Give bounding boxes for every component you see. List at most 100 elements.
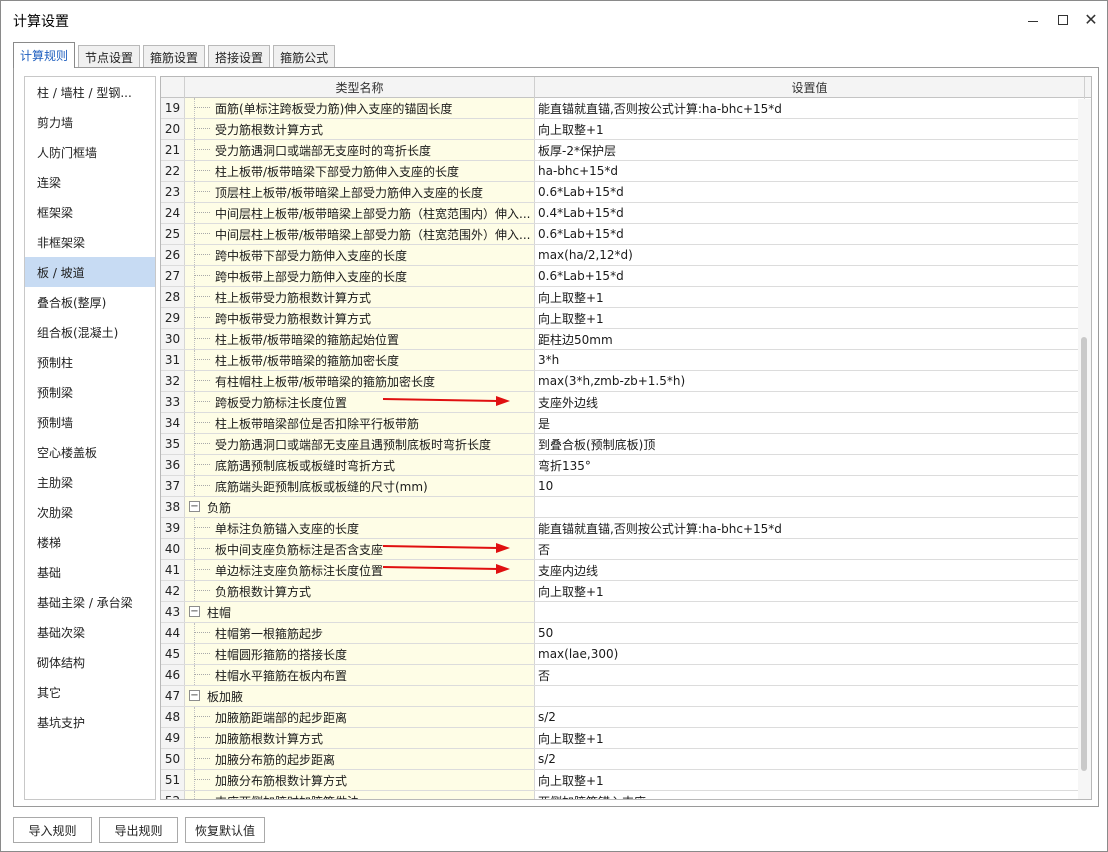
table-row[interactable]: 26 跨中板带下部受力筋伸入支座的长度 max(ha/2,12*d): [161, 245, 1091, 266]
table-row[interactable]: 31 柱上板带/板带暗梁的箍筋加密长度 3*h: [161, 350, 1091, 371]
row-name[interactable]: 受力筋根数计算方式: [185, 119, 535, 139]
row-value[interactable]: 是: [535, 413, 1085, 433]
row-value[interactable]: 两侧加腋筋锚入支座: [535, 791, 1085, 799]
collapse-icon[interactable]: −: [189, 606, 200, 617]
row-name[interactable]: − 板加腋: [185, 686, 535, 706]
table-row[interactable]: 41 单边标注支座负筋标注长度位置 支座内边线: [161, 560, 1091, 581]
sidebar-item[interactable]: 框架梁: [25, 197, 155, 227]
row-value[interactable]: [535, 497, 1085, 517]
row-name[interactable]: 柱帽第一根箍筋起步: [185, 623, 535, 643]
table-row[interactable]: 20 受力筋根数计算方式 向上取整+1: [161, 119, 1091, 140]
sidebar-item[interactable]: 楼梯: [25, 527, 155, 557]
row-value[interactable]: 3*h: [535, 350, 1085, 370]
header-value[interactable]: 设置值: [535, 77, 1085, 98]
row-value[interactable]: 支座内边线: [535, 560, 1085, 580]
sidebar-item[interactable]: 非框架梁: [25, 227, 155, 257]
table-row[interactable]: 23 顶层柱上板带/板带暗梁上部受力筋伸入支座的长度 0.6*Lab+15*d: [161, 182, 1091, 203]
row-value[interactable]: 0.6*Lab+15*d: [535, 182, 1085, 202]
row-name[interactable]: 中间层柱上板带/板带暗梁上部受力筋（柱宽范围外）伸入...: [185, 224, 535, 244]
row-value[interactable]: 弯折135°: [535, 455, 1085, 475]
close-button[interactable]: ✕: [1081, 10, 1101, 30]
sidebar-item[interactable]: 基础: [25, 557, 155, 587]
row-value[interactable]: 0.4*Lab+15*d: [535, 203, 1085, 223]
table-row[interactable]: 34 柱上板带暗梁部位是否扣除平行板带筋 是: [161, 413, 1091, 434]
row-value[interactable]: 距柱边50mm: [535, 329, 1085, 349]
row-value[interactable]: s/2: [535, 707, 1085, 727]
table-row[interactable]: 25 中间层柱上板带/板带暗梁上部受力筋（柱宽范围外）伸入... 0.6*Lab+1…: [161, 224, 1091, 245]
row-name[interactable]: 加腋分布筋的起步距离: [185, 749, 535, 769]
row-value[interactable]: 10: [535, 476, 1085, 496]
sidebar-item[interactable]: 板 / 坡道: [25, 257, 155, 287]
row-name[interactable]: 柱上板带受力筋根数计算方式: [185, 287, 535, 307]
sidebar-item[interactable]: 砌体结构: [25, 647, 155, 677]
row-value[interactable]: max(lae,300): [535, 644, 1085, 664]
row-value[interactable]: 0.6*Lab+15*d: [535, 266, 1085, 286]
sidebar-item[interactable]: 基础次梁: [25, 617, 155, 647]
row-value[interactable]: s/2: [535, 749, 1085, 769]
sidebar-item[interactable]: 连梁: [25, 167, 155, 197]
row-name[interactable]: 柱上板带/板带暗梁的箍筋加密长度: [185, 350, 535, 370]
table-row[interactable]: 36 底筋遇预制底板或板缝时弯折方式 弯折135°: [161, 455, 1091, 476]
scrollbar-thumb[interactable]: [1081, 337, 1087, 771]
table-row[interactable]: 30 柱上板带/板带暗梁的箍筋起始位置 距柱边50mm: [161, 329, 1091, 350]
row-value[interactable]: 到叠合板(预制底板)顶: [535, 434, 1085, 454]
vertical-scrollbar[interactable]: [1078, 99, 1091, 799]
restore-defaults-button[interactable]: 恢复默认值: [185, 817, 265, 843]
table-row[interactable]: 46 柱帽水平箍筋在板内布置 否: [161, 665, 1091, 686]
table-row[interactable]: 19 面筋(单标注跨板受力筋)伸入支座的锚固长度 能直锚就直锚,否则按公式计算:ha…: [161, 98, 1091, 119]
table-row[interactable]: 38− 负筋: [161, 497, 1091, 518]
row-name[interactable]: 顶层柱上板带/板带暗梁上部受力筋伸入支座的长度: [185, 182, 535, 202]
table-row[interactable]: 29 跨中板带受力筋根数计算方式 向上取整+1: [161, 308, 1091, 329]
row-name[interactable]: 加腋筋距端部的起步距离: [185, 707, 535, 727]
row-value[interactable]: 否: [535, 665, 1085, 685]
row-name[interactable]: 跨中板带受力筋根数计算方式: [185, 308, 535, 328]
row-name[interactable]: 支座两侧加腋时加腋筋做法: [185, 791, 535, 799]
row-name[interactable]: 受力筋遇洞口或端部无支座且遇预制底板时弯折长度: [185, 434, 535, 454]
row-name[interactable]: 底筋遇预制底板或板缝时弯折方式: [185, 455, 535, 475]
row-name[interactable]: 面筋(单标注跨板受力筋)伸入支座的锚固长度: [185, 98, 535, 118]
row-name[interactable]: − 负筋: [185, 497, 535, 517]
row-name[interactable]: − 柱帽: [185, 602, 535, 622]
table-row[interactable]: 52 支座两侧加腋时加腋筋做法 两侧加腋筋锚入支座: [161, 791, 1091, 799]
collapse-icon[interactable]: −: [189, 690, 200, 701]
row-name[interactable]: 跨板受力筋标注长度位置: [185, 392, 535, 412]
table-row[interactable]: 33 跨板受力筋标注长度位置 支座外边线: [161, 392, 1091, 413]
table-row[interactable]: 47− 板加腋: [161, 686, 1091, 707]
row-value[interactable]: max(3*h,zmb-zb+1.5*h): [535, 371, 1085, 391]
row-name[interactable]: 受力筋遇洞口或端部无支座时的弯折长度: [185, 140, 535, 160]
row-name[interactable]: 底筋端头距预制底板或板缝的尺寸(mm): [185, 476, 535, 496]
table-row[interactable]: 42 负筋根数计算方式 向上取整+1: [161, 581, 1091, 602]
row-value[interactable]: 50: [535, 623, 1085, 643]
row-name[interactable]: 负筋根数计算方式: [185, 581, 535, 601]
row-value[interactable]: 向上取整+1: [535, 287, 1085, 307]
sidebar-item[interactable]: 基础主梁 / 承台梁: [25, 587, 155, 617]
table-row[interactable]: 21 受力筋遇洞口或端部无支座时的弯折长度 板厚-2*保护层: [161, 140, 1091, 161]
row-name[interactable]: 加腋筋根数计算方式: [185, 728, 535, 748]
table-row[interactable]: 27 跨中板带上部受力筋伸入支座的长度 0.6*Lab+15*d: [161, 266, 1091, 287]
sidebar-item[interactable]: 预制墙: [25, 407, 155, 437]
row-value[interactable]: 0.6*Lab+15*d: [535, 224, 1085, 244]
row-value[interactable]: 否: [535, 539, 1085, 559]
row-name[interactable]: 柱帽水平箍筋在板内布置: [185, 665, 535, 685]
sidebar-item[interactable]: 组合板(混凝土): [25, 317, 155, 347]
row-value[interactable]: 向上取整+1: [535, 119, 1085, 139]
table-row[interactable]: 35 受力筋遇洞口或端部无支座且遇预制底板时弯折长度 到叠合板(预制底板)顶: [161, 434, 1091, 455]
row-value[interactable]: 板厚-2*保护层: [535, 140, 1085, 160]
table-row[interactable]: 50 加腋分布筋的起步距离 s/2: [161, 749, 1091, 770]
table-row[interactable]: 49 加腋筋根数计算方式 向上取整+1: [161, 728, 1091, 749]
row-name[interactable]: 柱上板带暗梁部位是否扣除平行板带筋: [185, 413, 535, 433]
table-row[interactable]: 24 中间层柱上板带/板带暗梁上部受力筋（柱宽范围内）伸入... 0.4*Lab+1…: [161, 203, 1091, 224]
sidebar-item[interactable]: 剪力墙: [25, 107, 155, 137]
row-value[interactable]: ha-bhc+15*d: [535, 161, 1085, 181]
sidebar-item[interactable]: 空心楼盖板: [25, 437, 155, 467]
table-row[interactable]: 28 柱上板带受力筋根数计算方式 向上取整+1: [161, 287, 1091, 308]
tab-2[interactable]: 箍筋设置: [143, 45, 206, 68]
table-row[interactable]: 40 板中间支座负筋标注是否含支座 否: [161, 539, 1091, 560]
export-rules-button[interactable]: 导出规则: [99, 817, 178, 843]
header-name[interactable]: 类型名称: [185, 77, 535, 98]
table-row[interactable]: 45 柱帽圆形箍筋的搭接长度 max(lae,300): [161, 644, 1091, 665]
tab-1[interactable]: 节点设置: [78, 45, 141, 68]
sidebar-item[interactable]: 叠合板(整厚): [25, 287, 155, 317]
table-row[interactable]: 51 加腋分布筋根数计算方式 向上取整+1: [161, 770, 1091, 791]
tab-3[interactable]: 搭接设置: [208, 45, 271, 68]
